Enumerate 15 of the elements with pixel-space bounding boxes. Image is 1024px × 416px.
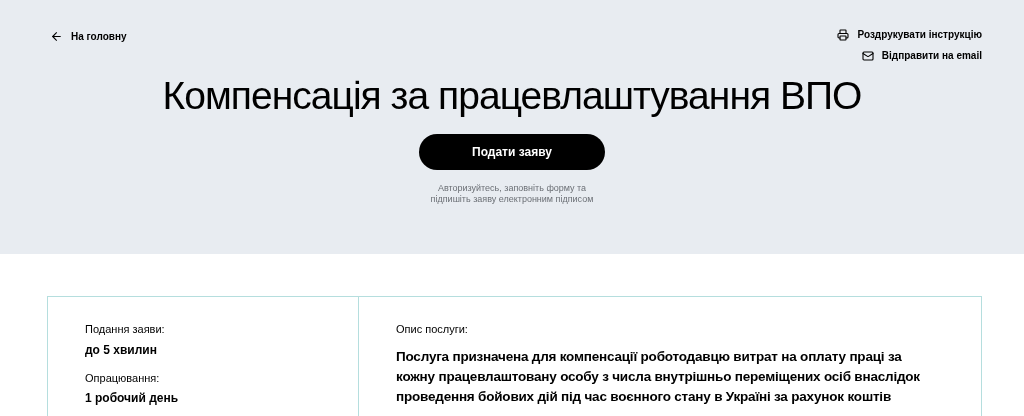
fact-label: Подання заяви: (85, 322, 166, 337)
action-link[interactable]: Роздрукувати інструкцію (837, 27, 982, 42)
fact-value: до 5 хвилин (85, 341, 158, 359)
description-text: Послуга призначена для компенсації роботодавцю витрат на оплату праці за кожну працевлаштовану особу з числа внутрішньо переміщених осіб внаслідок проведення бойових дій під час воєнного стану в Україні за рахунок коштів (396, 347, 921, 406)
page-title: Компенсація за працевлаштування ВПО (162, 73, 862, 119)
action-link[interactable]: Відправити на email (861, 48, 982, 63)
mail-icon (861, 49, 874, 62)
printer-icon (837, 28, 850, 41)
back-arrow-icon (50, 30, 63, 43)
fact-label: Опрацювання: (85, 370, 161, 386)
description-label: Опис послуги: (396, 322, 469, 337)
submit-button[interactable]: Подати заяву (419, 134, 605, 170)
fact-value: 1 робочий день (85, 390, 180, 407)
hint-text: Авторизуйтесь, заповніть форму та підпишіть заяву електронним підписом (429, 183, 595, 205)
back-link[interactable]: На головну (50, 29, 127, 44)
